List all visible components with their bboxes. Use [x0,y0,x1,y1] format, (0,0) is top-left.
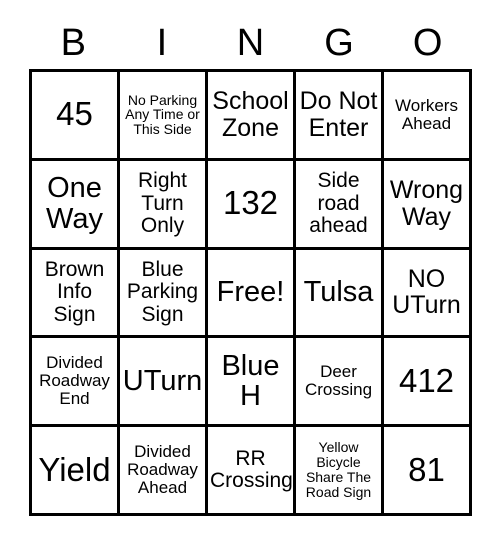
bingo-cell-label: Blue Parking Sign [126,258,199,326]
bingo-header-row: BINGO [29,18,472,68]
bingo-cell[interactable]: No Parking Any Time or This Side [120,72,208,161]
bingo-cell[interactable]: School Zone [208,72,296,161]
bingo-cell[interactable]: Do Not Enter [296,72,384,161]
bingo-row: Divided Roadway End UTurn Blue H Deer Cross… [32,338,472,428]
bingo-cell-label: Workers Ahead [395,95,458,133]
bingo-cell[interactable]: Yield [32,427,120,516]
bingo-cell-label: Yield [38,450,111,488]
bingo-cell-label: 81 [408,450,445,488]
bingo-cell[interactable]: Right Turn Only [120,160,208,250]
bingo-cell[interactable]: Side road ahead [296,160,384,250]
bingo-cell-label: 412 [398,361,455,399]
bingo-cell-label: Wrong Way [389,176,464,231]
bingo-cell[interactable]: Divided Roadway End [32,338,120,428]
bingo-cell[interactable]: RR Crossing [208,427,296,516]
bingo-cell-label: Side road ahead [309,169,368,237]
bingo-cell[interactable]: Tulsa [296,249,384,339]
bingo-cell-label: Brown Info Sign [44,258,105,326]
bingo-cell[interactable]: Blue H [208,338,296,428]
bingo-cell-label: Divided Roadway End [39,353,110,409]
bingo-cell[interactable]: NO UTurn [384,249,472,339]
bingo-cell[interactable]: Deer Crossing [296,338,384,428]
bingo-cell-label: UTurn [122,364,203,397]
bingo-cell-free[interactable]: Free! [208,249,296,339]
bingo-cell-label: Do Not Enter [299,87,378,142]
bingo-cell-label: Divided Roadway Ahead [127,442,198,498]
bingo-cell[interactable]: 45 [32,72,120,161]
bingo-cell-label: Tulsa [303,276,374,309]
bingo-cell[interactable]: 132 [208,160,296,250]
bingo-card: B I N G O 45 No Parking Any Time or This Side… [0,0,501,544]
bingo-cell-label: Blue H [221,349,280,413]
bingo-row: Brown Info Sign Blue Parking Sign Free! Tul… [32,249,472,339]
bingo-cell-label: NO UTurn [392,264,461,320]
bingo-header-letter-b: B [60,22,86,64]
bingo-row: Yield Divided Roadway Ahead RR Crossing Yel… [32,427,472,516]
bingo-cell-label: One Way [46,171,103,235]
bingo-cell-label: Right Turn Only [137,169,188,237]
bingo-row: One Way Right Turn Only 132 Side road ahead… [32,160,472,250]
bingo-header-letter-i: I [156,22,168,64]
bingo-cell[interactable]: Wrong Way [384,160,472,250]
bingo-header-letter-o: O [412,22,443,64]
bingo-cell[interactable]: 81 [384,427,472,516]
bingo-cell-label: 132 [222,184,279,222]
bingo-cell-label: RR Crossing [210,446,293,493]
bingo-cell-label: 45 [56,95,93,133]
bingo-grid: 45 No Parking Any Time or This Side School… [29,69,472,516]
bingo-cell[interactable]: Divided Roadway Ahead [120,427,208,516]
bingo-header-letter-n: N [236,22,265,64]
bingo-cell[interactable]: One Way [32,160,120,250]
bingo-header-letter-g: G [324,22,354,64]
bingo-cell[interactable]: Blue Parking Sign [120,249,208,339]
bingo-cell[interactable]: Workers Ahead [384,72,472,161]
bingo-cell[interactable]: Yellow Bicycle Share The Road Sign [296,427,384,516]
bingo-cell-label: Free! [216,276,285,309]
bingo-cell-label: No Parking Any Time or This Side [125,91,200,138]
bingo-cell[interactable]: 412 [384,338,472,428]
bingo-cell-label: Deer Crossing [304,362,373,400]
bingo-row: 45 No Parking Any Time or This Side School… [32,72,472,161]
bingo-cell-label: Yellow Bicycle Share The Road Sign [305,439,372,500]
bingo-cell-label: School Zone [212,87,289,142]
bingo-cell[interactable]: Brown Info Sign [32,249,120,339]
bingo-cell[interactable]: UTurn [120,338,208,428]
